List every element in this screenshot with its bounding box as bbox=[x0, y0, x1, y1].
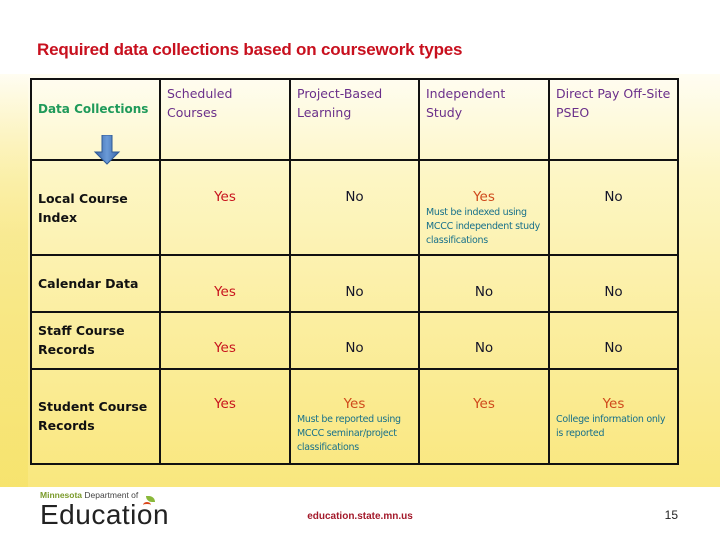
table-cell: No bbox=[418, 311, 550, 370]
table-row: Local Course Index Yes No Yes Must be in… bbox=[30, 159, 679, 256]
table-cell: No bbox=[548, 159, 679, 256]
table-cell: Yes bbox=[159, 254, 291, 313]
row-label-cell: Student Course Records bbox=[30, 368, 161, 465]
table-cell: Yes Must be reported using MCCC seminar/… bbox=[289, 368, 420, 465]
table-row: Student Course Records Yes Yes Must be r… bbox=[30, 368, 679, 465]
table-cell: Yes bbox=[159, 368, 291, 465]
row-label-cell: Staff Course Records bbox=[30, 311, 161, 370]
table-cell: No bbox=[289, 311, 420, 370]
table-cell: Yes bbox=[418, 368, 550, 465]
table-row: Calendar Data Yes No No No bbox=[30, 254, 679, 313]
column-header-scheduled: Scheduled Courses bbox=[159, 78, 291, 161]
column-header-direct-pay-pseo: Direct Pay Off-Site PSEO bbox=[548, 78, 679, 161]
table-cell: No bbox=[289, 254, 420, 313]
page-number: 15 bbox=[664, 508, 678, 522]
table-cell: Yes bbox=[159, 159, 291, 256]
cell-note: Must be indexed using MCCC independent s… bbox=[426, 207, 540, 246]
table-cell: No bbox=[418, 254, 550, 313]
table-cell: No bbox=[289, 159, 420, 256]
mde-logo: Minnesota Department of Educatio n bbox=[40, 490, 169, 530]
table-cell: Yes Must be indexed using MCCC independe… bbox=[418, 159, 550, 256]
row-label-cell: Calendar Data bbox=[30, 254, 161, 313]
table-cell: No bbox=[548, 254, 679, 313]
corner-header-cell: Data Collections bbox=[30, 78, 161, 165]
corner-header: Data Collections bbox=[38, 102, 149, 116]
table-cell: No bbox=[548, 311, 679, 370]
table-row: Staff Course Records Yes No No No bbox=[30, 311, 679, 370]
table-header-row: Data Collections Scheduled Courses Proje… bbox=[30, 78, 679, 165]
table-cell: Yes bbox=[159, 311, 291, 370]
cell-note: College information only is reported bbox=[556, 414, 666, 439]
column-header-independent-study: Independent Study bbox=[418, 78, 550, 161]
footer-url[interactable]: education.state.mn.us bbox=[0, 511, 720, 522]
table-cell: Yes College information only is reported bbox=[548, 368, 679, 465]
slide-title: Required data collections based on cours… bbox=[37, 40, 463, 59]
column-header-project-based: Project-Based Learning bbox=[289, 78, 420, 161]
row-label-cell: Local Course Index bbox=[30, 159, 161, 256]
coursework-table: Data Collections Scheduled Courses Proje… bbox=[30, 78, 679, 465]
cell-note: Must be reported using MCCC seminar/proj… bbox=[297, 414, 401, 453]
